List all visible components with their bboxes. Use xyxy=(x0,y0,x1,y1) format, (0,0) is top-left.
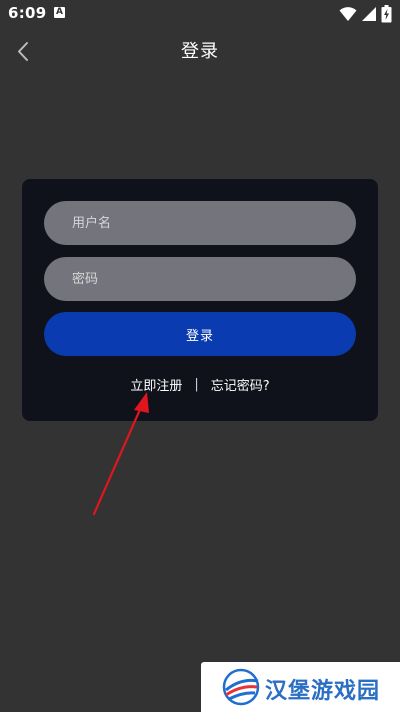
auth-links: 立即注册 | 忘记密码? xyxy=(22,375,378,395)
title-bar: 登录 xyxy=(0,28,400,76)
login-screen: 6:09 A 登录 登录 立即注册 xyxy=(0,0,400,712)
login-button[interactable]: 登录 xyxy=(44,312,356,356)
forgot-password-link[interactable]: 忘记密码? xyxy=(211,375,270,394)
username-input[interactable] xyxy=(44,201,356,245)
site-logo xyxy=(222,668,260,706)
signal-icon xyxy=(362,7,376,21)
status-bar: 6:09 A xyxy=(0,0,400,28)
login-card: 登录 立即注册 | 忘记密码? xyxy=(22,179,378,421)
chevron-left-icon xyxy=(18,42,28,61)
battery-charging-icon xyxy=(381,5,392,23)
watermark-text: 汉堡游戏园 xyxy=(265,679,381,704)
status-icons xyxy=(339,5,392,23)
password-input[interactable] xyxy=(44,257,356,301)
back-button[interactable] xyxy=(8,36,40,68)
a-letter-icon: A xyxy=(54,7,65,18)
link-separator: | xyxy=(194,377,199,392)
status-time: 6:09 xyxy=(8,4,47,22)
page-title: 登录 xyxy=(181,41,219,62)
register-link[interactable]: 立即注册 xyxy=(130,375,182,394)
wifi-icon xyxy=(339,7,357,21)
site-watermark: 汉堡游戏园 xyxy=(201,662,400,712)
